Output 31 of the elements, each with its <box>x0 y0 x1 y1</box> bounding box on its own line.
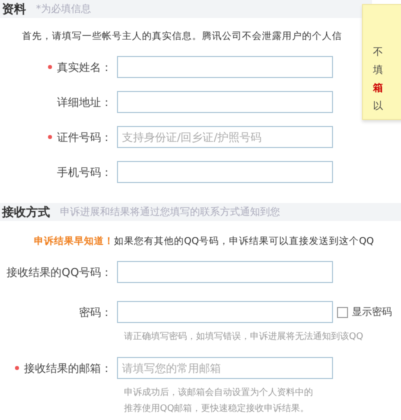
input-field[interactable] <box>117 56 333 78</box>
input-field[interactable]: 请填写您的常用邮箱 <box>117 357 333 379</box>
section-note: *为必填信息 <box>36 2 91 16</box>
required-mark <box>48 65 52 70</box>
input-field[interactable] <box>117 301 333 323</box>
tooltip-text: 填 <box>373 64 383 77</box>
hint-text: 申诉成功后，该邮箱会自动设置为个人资料中的 <box>124 386 314 400</box>
notice-text: 申诉结果早知道！如果您有其他的QQ号码，申诉结果可以直接发送到这个QQ <box>34 235 374 248</box>
field-label: 证件号码： <box>0 130 112 144</box>
required-mark <box>48 135 52 140</box>
show-password-checkbox[interactable]: 显示密码 <box>337 305 392 319</box>
required-mark <box>15 366 19 370</box>
field-label: 接收结果的邮箱： <box>0 360 112 376</box>
field-label: 详细地址： <box>56 94 112 110</box>
section-title: 接收方式 <box>2 204 50 220</box>
section-title: 资料 <box>2 0 26 18</box>
field-label: 密码： <box>78 304 112 320</box>
field-label: 真实姓名： <box>0 60 112 74</box>
tooltip-text: 以 <box>373 100 383 113</box>
input-field[interactable] <box>117 91 333 113</box>
hint-text: 推荐使用QQ邮箱，更快速稳定接收申诉结果。 <box>124 402 310 416</box>
field-label: 手机号码： <box>56 164 112 180</box>
tooltip-text: 箱 <box>373 82 383 95</box>
input-field[interactable] <box>117 261 333 283</box>
intro-text: 首先，请填写一些帐号主人的真实信息。腾讯公司不会泄露用户的个人信 <box>22 30 342 43</box>
field-label: 接收结果的QQ号码： <box>6 264 112 280</box>
section-note: 申诉进展和结果将通过您填写的联系方式通知到您 <box>60 206 280 219</box>
input-field[interactable] <box>117 161 333 183</box>
input-field[interactable]: 支持身份证/回乡证/护照号码 <box>117 126 333 148</box>
tooltip-text: 不 <box>373 46 383 59</box>
hint-text: 请正确填写密码，如填写错误，申诉进展将无法通知到该QQ <box>124 330 364 344</box>
